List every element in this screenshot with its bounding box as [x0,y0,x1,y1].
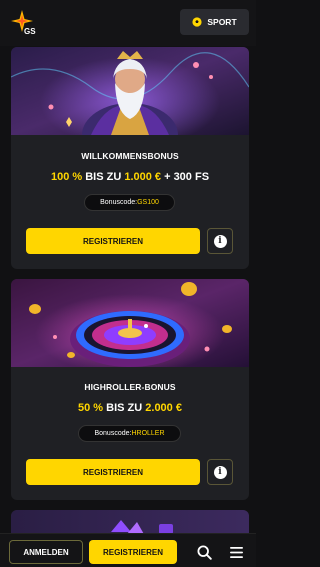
card-offer: 100 % BIS ZU 1.000 € + 300 FS [11,171,249,183]
bonus-card-highroller: HIGHROLLER-BONUS 50 % BIS ZU 2.000 € Bon… [11,279,249,500]
bonus-code-label: Bonuscode: [100,199,138,206]
gs-star-logo-icon: GS [11,10,36,36]
info-button[interactable]: i [207,459,233,485]
zeus-promo-image [11,47,249,135]
register-button[interactable]: REGISTRIEREN [26,228,200,254]
register-button[interactable]: REGISTRIEREN [26,459,200,485]
bonus-code-value: HROLLER [131,430,165,437]
bonus-card-welcome: WILLKOMMENSBONUS 100 % BIS ZU 1.000 € + … [11,47,249,269]
offer-mid: BIS ZU [82,171,125,183]
offer-amount: 2.000 € [145,402,182,414]
bonus-code-value: GS100 [137,199,159,206]
card-title: HIGHROLLER-BONUS [84,382,176,392]
gs-logo[interactable]: GS [10,9,38,37]
login-button[interactable]: ANMELDEN [9,540,83,564]
info-icon: i [213,234,227,248]
sport-button[interactable]: SPORT [180,9,249,35]
top-header: GS SPORT [0,0,256,46]
bonus-code-label: Bonuscode: [94,430,132,437]
hamburger-menu-icon[interactable] [229,546,244,559]
soccer-ball-icon [192,17,202,27]
search-icon[interactable] [197,545,212,560]
bonus-code-pill: Bonuscode: GS100 [84,194,175,211]
logo-text: GS [24,27,36,36]
sport-label: SPORT [207,17,237,27]
offer-percent: 100 % [50,171,83,183]
offer-percent: 50 % [78,402,104,414]
register-button-bottom[interactable]: REGISTRIEREN [89,540,177,564]
offer-mid: BIS ZU [103,402,146,414]
offer-amount: 1.000 € [124,171,162,183]
offer-extra: + 300 FS [161,171,210,183]
roulette-promo-image [11,279,249,367]
info-icon: i [213,465,227,479]
card-offer: 50 % BIS ZU 2.000 € [11,402,249,414]
card-title: WILLKOMMENSBONUS [81,151,179,161]
info-button[interactable]: i [207,228,233,254]
bonus-code-pill: Bonuscode: HROLLER [78,425,181,442]
bottom-navigation: ANMELDEN REGISTRIEREN [0,533,256,567]
